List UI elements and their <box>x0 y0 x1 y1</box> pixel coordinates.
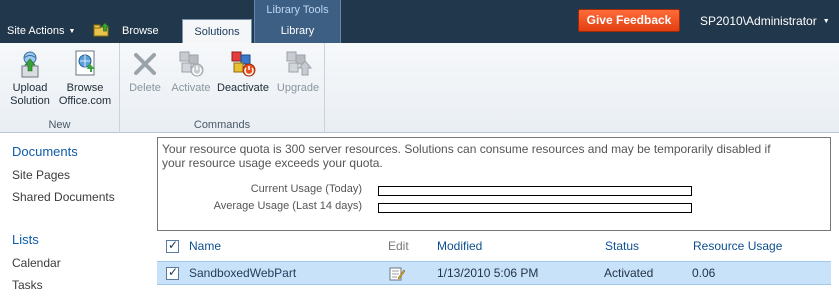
solutions-list-header: Name Edit Modified Status Resource Usage <box>157 234 831 258</box>
table-row[interactable]: SandboxedWebPart 1/13/2010 5:06 PM Activ… <box>157 261 831 285</box>
modified-date: 1/13/2010 5:06 PM <box>437 266 539 280</box>
current-usage-row: Current Usage (Today) <box>158 183 830 197</box>
resource-usage-value: 0.06 <box>692 266 716 280</box>
ribbon-group-new: Upload Solution Browse Office.com New <box>0 43 120 133</box>
deactivate-icon <box>231 51 256 77</box>
nav-item-tasks[interactable]: Tasks <box>12 278 43 292</box>
browse-office-button[interactable]: Browse Office.com <box>57 49 113 108</box>
tab-library[interactable]: Library <box>255 25 340 37</box>
library-tools-label: Library Tools <box>266 4 329 16</box>
site-actions-menu[interactable]: Site Actions ▼ <box>7 25 75 37</box>
upload-solution-button[interactable]: Upload Solution <box>2 49 58 108</box>
upload-solution-icon <box>21 51 39 78</box>
deactivate-label: Deactivate <box>217 82 269 94</box>
column-header-edit: Edit <box>388 239 409 253</box>
site-actions-label: Site Actions <box>7 25 65 37</box>
current-usage-label: Current Usage (Today) <box>250 183 362 195</box>
chevron-down-icon: ▼ <box>68 27 76 35</box>
browse-office-icon <box>75 50 95 76</box>
ribbon-group-label-commands: Commands <box>193 119 251 131</box>
delete-icon <box>134 53 156 75</box>
user-menu[interactable]: SP2010\Administrator ▼ <box>700 14 830 28</box>
solution-name-link[interactable]: SandboxedWebPart <box>189 266 296 280</box>
upload-solution-label-2: Solution <box>10 95 50 107</box>
nav-item-calendar[interactable]: Calendar <box>12 256 61 270</box>
nav-heading-documents[interactable]: Documents <box>12 144 78 159</box>
upgrade-button[interactable]: Upgrade <box>270 49 326 95</box>
column-header-modified[interactable]: Modified <box>437 239 482 253</box>
current-usage-bar <box>378 186 692 196</box>
column-header-resource-usage[interactable]: Resource Usage <box>693 239 782 253</box>
ribbon: Upload Solution Browse Office.com New De… <box>0 43 839 133</box>
browse-office-label-2: Office.com <box>58 95 112 107</box>
quota-message-line-2: your resource usage exceeds your quota. <box>162 156 383 170</box>
nav-item-shared-documents[interactable]: Shared Documents <box>12 190 115 204</box>
navigate-up-icon[interactable] <box>93 23 111 37</box>
upgrade-icon <box>286 51 313 76</box>
activate-label: Activate <box>171 82 211 94</box>
resource-quota-panel: Your resource quota is 300 server resour… <box>157 137 831 231</box>
column-header-status[interactable]: Status <box>605 239 639 253</box>
upload-solution-label-1: Upload <box>12 82 48 94</box>
give-feedback-button[interactable]: Give Feedback <box>578 9 680 32</box>
quota-message-line-1: Your resource quota is 300 server resour… <box>162 142 771 156</box>
row-select-checkbox[interactable] <box>166 265 179 280</box>
activate-icon <box>179 51 204 77</box>
deactivate-button[interactable]: Deactivate <box>214 49 272 95</box>
average-usage-bar <box>378 203 692 213</box>
average-usage-row: Average Usage (Last 14 days) <box>158 200 830 214</box>
nav-item-site-pages[interactable]: Site Pages <box>12 168 70 182</box>
column-header-name[interactable]: Name <box>189 239 221 253</box>
library-tools-context: Library Tools Library <box>254 0 341 43</box>
nav-heading-lists[interactable]: Lists <box>12 232 39 247</box>
upgrade-label: Upgrade <box>276 82 320 94</box>
ribbon-group-commands: Delete Activate Deactivate Upgrade Comma… <box>120 43 325 133</box>
browse-office-label-1: Browse <box>66 82 104 94</box>
ribbon-group-label-new: New <box>48 119 71 131</box>
status-value: Activated <box>604 266 654 280</box>
average-usage-label: Average Usage (Last 14 days) <box>213 200 362 212</box>
top-bar: Site Actions ▼ Browse Solutions Library … <box>0 0 839 43</box>
tab-solutions[interactable]: Solutions <box>182 19 252 43</box>
activate-button[interactable]: Activate <box>163 49 219 95</box>
user-name-label: SP2010\Administrator <box>700 14 817 28</box>
quick-launch: Documents Site Pages Shared Documents Li… <box>0 134 152 306</box>
tab-browse[interactable]: Browse <box>122 25 159 37</box>
chevron-down-icon: ▼ <box>822 17 830 25</box>
select-all-checkbox[interactable] <box>166 238 179 253</box>
edit-document-icon[interactable] <box>389 266 405 281</box>
